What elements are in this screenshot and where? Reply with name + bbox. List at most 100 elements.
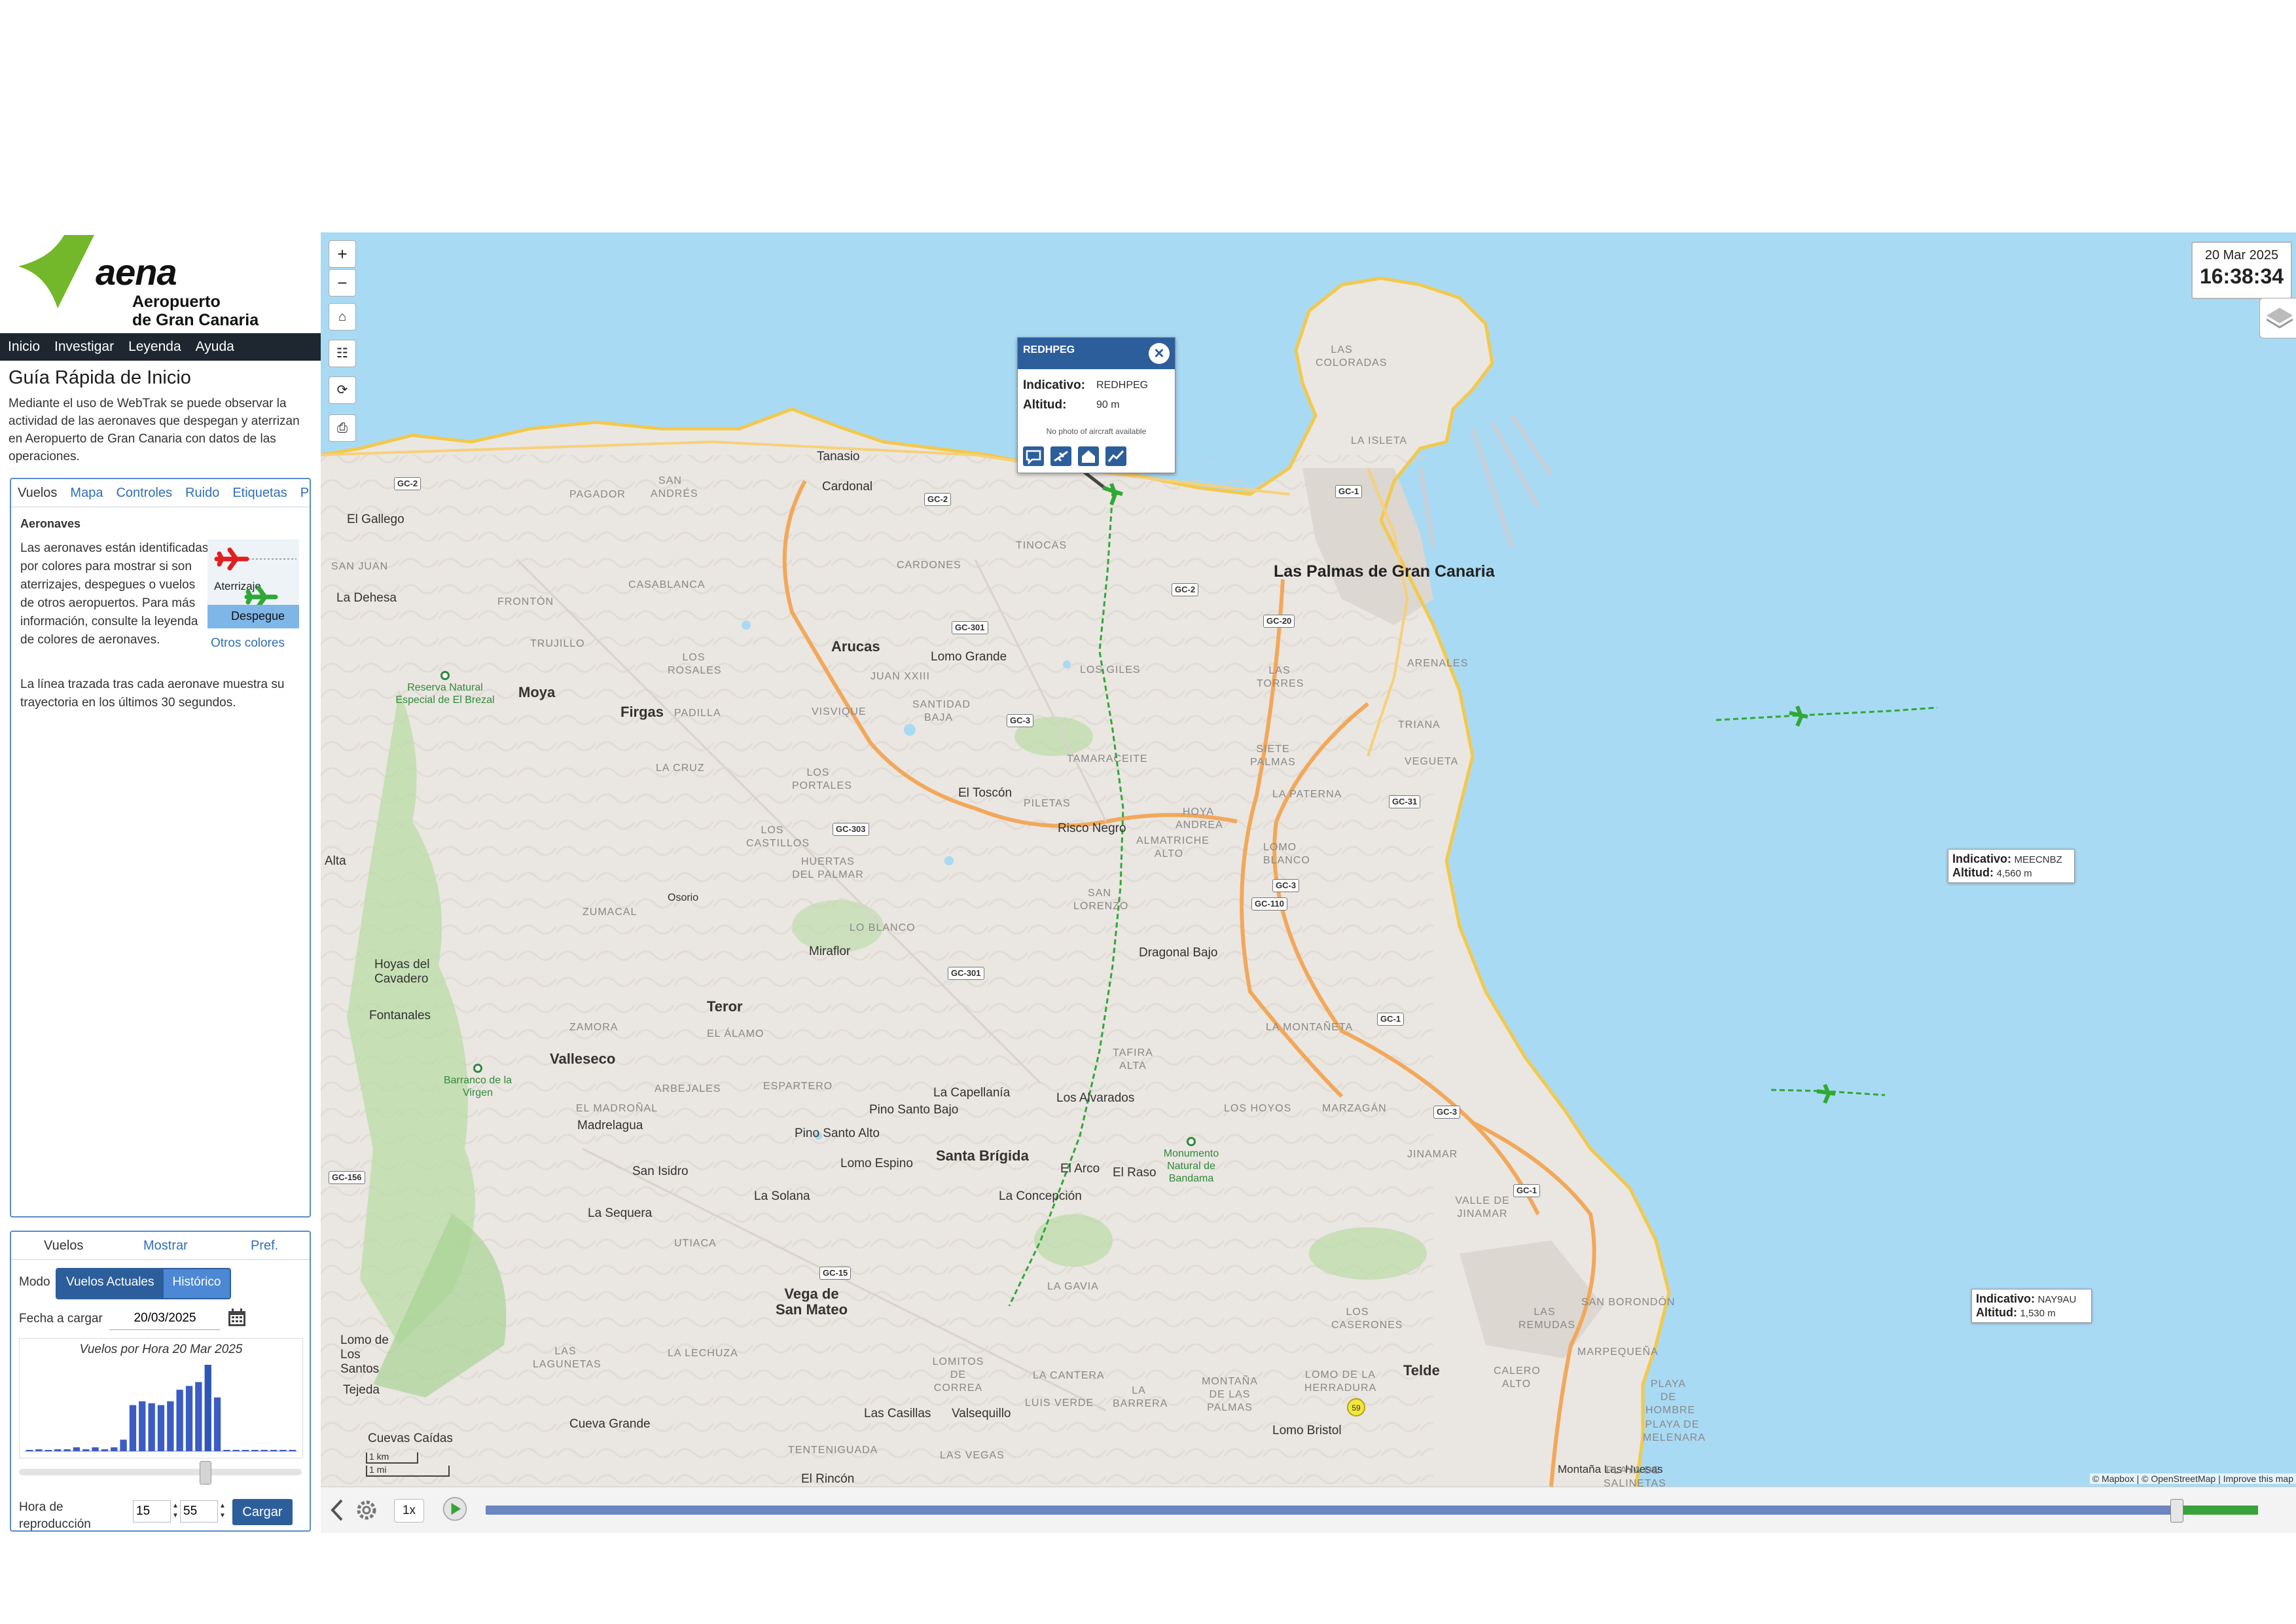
histogram-bar[interactable] — [242, 1450, 249, 1451]
histogram-bar[interactable] — [26, 1450, 33, 1451]
map-view[interactable]: 59 + − ⌂ ☷ ⟳ ⎙ 20 Mar 2025 16:38:34 Las … — [321, 232, 2296, 1487]
tab-paneles[interactable]: Paneles — [300, 486, 310, 501]
place-lomo-de-los-santos: Lomo de Los Santos — [340, 1333, 389, 1376]
histogram-bar[interactable] — [195, 1382, 202, 1451]
histogram-bar[interactable] — [129, 1405, 137, 1451]
layers-icon — [2266, 308, 2293, 329]
time-slider-handle[interactable] — [200, 1461, 211, 1485]
histogram-bar[interactable] — [185, 1386, 193, 1451]
histogram-bar[interactable] — [260, 1450, 268, 1451]
histogram-bar[interactable] — [213, 1397, 221, 1451]
settings-gear-icon[interactable] — [352, 1496, 381, 1524]
park-el-brezal: Reserva Natural Especial de El Brezal — [393, 671, 497, 706]
hour-input[interactable] — [133, 1500, 171, 1523]
histogram-bar[interactable] — [223, 1450, 230, 1451]
histogram-bar[interactable] — [251, 1450, 259, 1451]
place-el-arco: El Arco — [1060, 1162, 1100, 1176]
comment-icon[interactable] — [1023, 446, 1044, 466]
histogram-bar[interactable] — [35, 1449, 43, 1451]
tab-controles[interactable]: Controles — [116, 486, 172, 501]
histogram-bar[interactable] — [157, 1405, 165, 1451]
place-arucas: Arucas — [831, 638, 880, 655]
histogram-bar[interactable] — [101, 1449, 109, 1451]
histogram-bar[interactable] — [120, 1439, 127, 1451]
histogram-bar[interactable] — [63, 1449, 71, 1451]
legend-takeoff: Despegue — [207, 605, 299, 628]
histogram-bar[interactable] — [148, 1403, 155, 1451]
nav-leyenda[interactable]: Leyenda — [128, 339, 181, 355]
flight-icon[interactable] — [1050, 446, 1071, 466]
district-lomo-blanco: LOMO BLANCO — [1263, 842, 1310, 866]
chevron-left-icon[interactable] — [329, 1496, 346, 1524]
calendar-icon[interactable] — [227, 1308, 247, 1327]
hour-stepper[interactable]: ▲ ▼ — [172, 1501, 179, 1521]
minute-stepper[interactable]: ▲ ▼ — [219, 1501, 226, 1521]
other-colors-link[interactable]: Otros colores — [211, 636, 285, 651]
time-display: 20 Mar 2025 16:38:34 — [2191, 242, 2292, 299]
tab-vuelos[interactable]: Vuelos — [18, 486, 57, 501]
current-flights-button[interactable]: Vuelos Actuales — [57, 1269, 164, 1298]
histogram-bar[interactable] — [92, 1447, 99, 1451]
close-icon[interactable]: × — [1149, 343, 1170, 364]
histogram-bar[interactable] — [289, 1450, 296, 1451]
playback-timeline[interactable] — [486, 1506, 2240, 1515]
refresh-icon[interactable]: ⟳ — [329, 376, 356, 404]
district-montana-de-las-palmas: MONTAÑA DE LAS PALMAS — [1202, 1376, 1258, 1413]
map-attribution[interactable]: © Mapbox | © OpenStreetMap | Improve thi… — [2089, 1473, 2296, 1484]
ctrl-tab-vuelos[interactable]: Vuelos — [44, 1238, 83, 1254]
place-lomo-grande: Lomo Grande — [931, 650, 1007, 664]
histogram-bar[interactable] — [139, 1401, 146, 1451]
histogram-bar[interactable] — [204, 1365, 211, 1451]
home-button[interactable]: ⌂ — [329, 303, 356, 331]
layers-button[interactable] — [2259, 298, 2296, 338]
info-tabs: Vuelos Mapa Controles Ruido Etiquetas Pa… — [11, 479, 310, 507]
ctrl-tab-pref[interactable]: Pref. — [251, 1238, 278, 1254]
aena-logo[interactable]: aena Aeropuerto de Gran Canaria — [17, 232, 305, 331]
tab-etiquetas[interactable]: Etiquetas — [232, 486, 287, 501]
logo-wordmark: aena — [96, 251, 177, 293]
road-shield: GC-303 — [833, 823, 869, 836]
timeline-handle[interactable] — [2170, 1499, 2183, 1523]
nav-investigar[interactable]: Investigar — [54, 339, 114, 355]
histogram-bar[interactable] — [279, 1450, 287, 1451]
histogram-bar[interactable] — [167, 1401, 174, 1451]
nav-inicio[interactable]: Inicio — [8, 339, 40, 355]
play-icon[interactable] — [440, 1496, 470, 1524]
time-slider-track[interactable] — [19, 1469, 302, 1475]
aena-leaf-icon — [18, 235, 94, 308]
flight-label-nay9au[interactable]: Indicativo: NAY9AU Altitud: 1,530 m — [1971, 1289, 2092, 1323]
road-shield: GC-3 — [1433, 1106, 1461, 1119]
zoom-out-button[interactable]: − — [329, 269, 356, 297]
load-button[interactable]: Cargar — [232, 1499, 293, 1525]
histogram-bars — [25, 1365, 297, 1452]
group-icon[interactable]: ☷ — [329, 340, 356, 367]
flight-label-meecnbz[interactable]: Indicativo: MEECNBZ Altitud: 4,560 m — [1948, 849, 2075, 883]
histogram-bar[interactable] — [45, 1450, 52, 1451]
histogram-bar[interactable] — [73, 1447, 80, 1451]
print-icon[interactable]: ⎙ — [329, 414, 356, 442]
minute-input[interactable] — [180, 1500, 218, 1523]
history-button[interactable]: Histórico — [163, 1269, 230, 1298]
altitude-chart-icon[interactable] — [1105, 446, 1126, 466]
histogram-bar[interactable] — [54, 1449, 62, 1451]
district-arbejales: ARBEJALES — [655, 1083, 721, 1094]
nav-ayuda[interactable]: Ayuda — [196, 339, 234, 355]
histogram-bar[interactable] — [111, 1447, 118, 1451]
place-el-raso: El Raso — [1113, 1166, 1157, 1180]
date-input[interactable] — [109, 1307, 221, 1330]
playback-speed-button[interactable]: 1x — [394, 1499, 424, 1523]
histogram-bar[interactable] — [232, 1450, 240, 1451]
zoom-in-button[interactable]: + — [329, 240, 356, 268]
histogram-bar[interactable] — [82, 1449, 90, 1451]
histogram-bar[interactable] — [176, 1390, 183, 1451]
popup-header: REDHPEG × — [1018, 338, 1175, 369]
scale-mi: 1 mi — [369, 1464, 387, 1475]
tab-ruido[interactable]: Ruido — [185, 486, 219, 501]
district-hoya-andrea: HOYA ANDREA — [1175, 806, 1223, 831]
histogram-bar[interactable] — [270, 1450, 278, 1451]
home-icon[interactable] — [1078, 446, 1099, 466]
district-la-paterna: LA PATERNA — [1272, 789, 1342, 800]
ctrl-tab-mostrar[interactable]: Mostrar — [143, 1238, 188, 1254]
tab-mapa[interactable]: Mapa — [70, 486, 103, 501]
guide-title: Guía Rápida de Inicio — [9, 367, 191, 388]
